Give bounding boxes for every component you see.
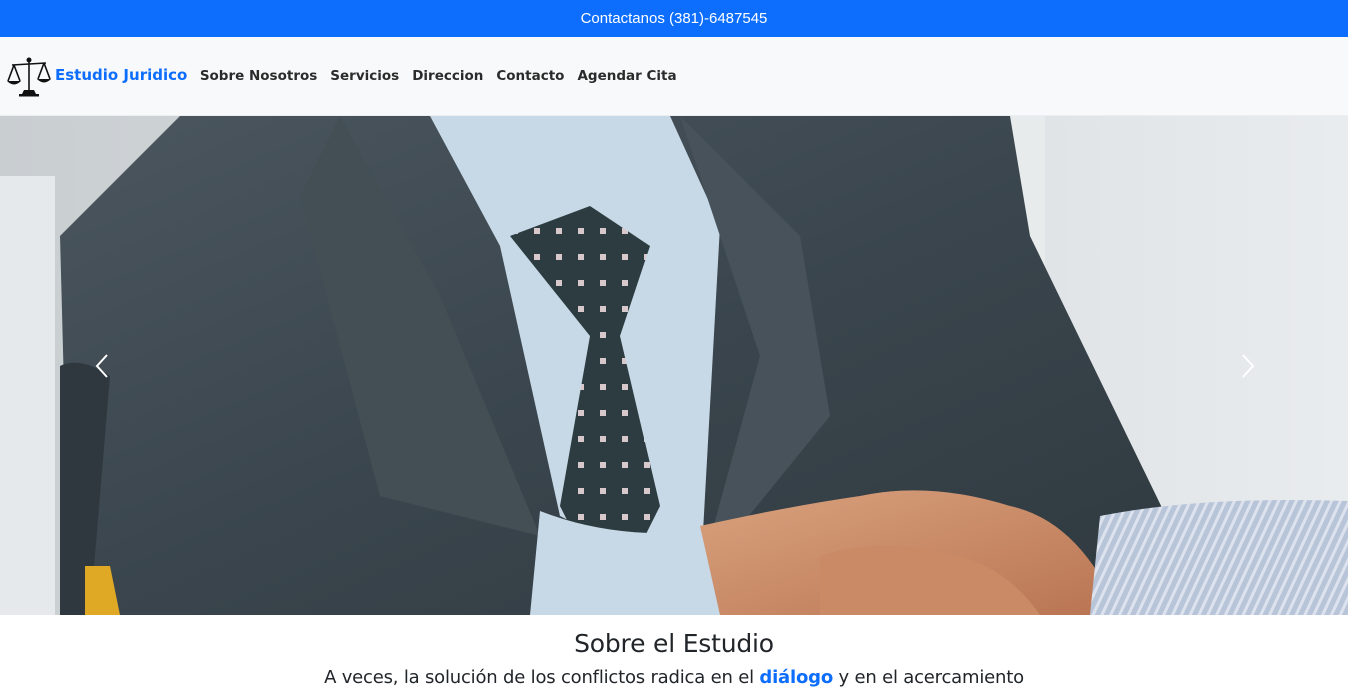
nav-direccion[interactable]: Direccion <box>406 68 490 84</box>
about-text-before: A veces, la solución de los conflictos r… <box>324 667 760 688</box>
carousel-next-button[interactable] <box>1228 341 1268 391</box>
chevron-left-icon <box>95 354 108 378</box>
hero-carousel <box>0 116 1348 615</box>
brand-name: Estudio Juridico <box>55 66 188 84</box>
about-text-after: y en el acercamiento <box>832 667 1025 688</box>
nav-agendar-cita[interactable]: Agendar Cita <box>571 68 683 84</box>
nav-contacto[interactable]: Contacto <box>490 68 571 84</box>
carousel-image-handshake <box>0 116 1348 615</box>
about-text-highlight: diálogo <box>759 667 833 688</box>
about-description: A veces, la solución de los conflictos r… <box>0 667 1348 688</box>
about-title: Sobre el Estudio <box>574 629 774 658</box>
navbar: Estudio Juridico Sobre Nosotros Servicio… <box>0 37 1348 116</box>
contact-phone-text: Contactanos (381)-6487545 <box>580 10 768 27</box>
nav-servicios[interactable]: Servicios <box>324 68 406 84</box>
chevron-right-icon <box>1242 354 1255 378</box>
top-contact-bar: Contactanos (381)-6487545 <box>0 0 1348 37</box>
nav-sobre-nosotros[interactable]: Sobre Nosotros <box>193 68 323 84</box>
scales-of-justice-icon <box>7 57 51 97</box>
brand-link[interactable]: Estudio Juridico <box>6 55 187 97</box>
nav-links: Sobre Nosotros Servicios Direccion Conta… <box>193 68 683 84</box>
about-section: Sobre el Estudio A veces, la solución de… <box>0 615 1348 696</box>
carousel-prev-button[interactable] <box>82 341 122 391</box>
